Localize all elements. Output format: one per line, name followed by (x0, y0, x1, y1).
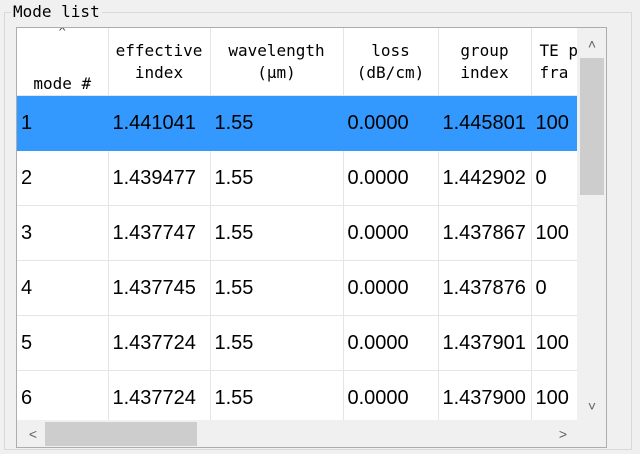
header-row: ^ mode # effective index wavelength (μm)… (17, 28, 579, 96)
cell-mode-number[interactable]: 1 (17, 95, 109, 151)
cell-loss[interactable]: 0.0000 (343, 95, 439, 151)
column-header-group-index[interactable]: group index (438, 28, 532, 96)
cell-group-index[interactable]: 1.442902 (438, 150, 532, 206)
column-header-loss[interactable]: loss (dB/cm) (343, 28, 439, 96)
cell-effective-index[interactable]: 1.437724 (108, 370, 211, 420)
cell-wavelength[interactable]: 1.55 (210, 205, 344, 261)
cell-wavelength[interactable]: 1.55 (210, 95, 344, 151)
column-header-label: mode # (33, 73, 92, 93)
cell-effective-index[interactable]: 1.437747 (108, 205, 211, 261)
table-viewport: ^ mode # effective index wavelength (μm)… (17, 28, 579, 420)
cell-group-index[interactable]: 1.437901 (438, 315, 532, 371)
column-header-te-fraction[interactable]: TE p fra (531, 28, 579, 96)
cell-group-index[interactable]: 1.437900 (438, 370, 532, 420)
horizontal-scroll-thumb[interactable] (45, 422, 197, 446)
mode-table-grid: ^ mode # effective index wavelength (μm)… (17, 28, 579, 420)
table-row[interactable]: 2 1.439477 1.55 0.0000 1.442902 0 (17, 150, 579, 206)
cell-mode-number[interactable]: 4 (17, 260, 109, 316)
cell-effective-index[interactable]: 1.441041 (108, 95, 211, 151)
column-header-effective-index[interactable]: effective index (108, 28, 211, 96)
cell-te-fraction[interactable]: 100 (531, 205, 579, 261)
scrollbar-corner (578, 420, 606, 447)
mode-table: ^ mode # effective index wavelength (μm)… (16, 27, 607, 448)
column-header-mode-number[interactable]: ^ mode # (17, 28, 109, 96)
cell-effective-index[interactable]: 1.437745 (108, 260, 211, 316)
table-row[interactable]: 6 1.437724 1.55 0.0000 1.437900 100 (17, 370, 579, 420)
cell-te-fraction[interactable]: 100 (531, 370, 579, 420)
cell-loss[interactable]: 0.0000 (343, 150, 439, 206)
cell-loss[interactable]: 0.0000 (343, 315, 439, 371)
cell-group-index[interactable]: 1.437876 (438, 260, 532, 316)
cell-loss[interactable]: 0.0000 (343, 370, 439, 420)
vertical-scrollbar[interactable]: ˄ ˅ (577, 28, 606, 420)
cell-mode-number[interactable]: 2 (17, 150, 109, 206)
scroll-down-icon[interactable]: ˅ (578, 396, 606, 416)
scroll-right-icon[interactable]: > (553, 424, 573, 444)
table-row[interactable]: 5 1.437724 1.55 0.0000 1.437901 100 (17, 315, 579, 371)
cell-group-index[interactable]: 1.437867 (438, 205, 532, 261)
table-body: 1 1.441041 1.55 0.0000 1.445801 100 2 1.439477 1… (17, 95, 579, 420)
column-header-wavelength[interactable]: wavelength (μm) (210, 28, 344, 96)
cell-group-index[interactable]: 1.445801 (438, 95, 532, 151)
scroll-left-icon[interactable]: < (23, 424, 43, 444)
horizontal-scrollbar[interactable]: < > (17, 420, 579, 447)
cell-effective-index[interactable]: 1.439477 (108, 150, 211, 206)
cell-loss[interactable]: 0.0000 (343, 205, 439, 261)
cell-mode-number[interactable]: 6 (17, 370, 109, 420)
cell-mode-number[interactable]: 5 (17, 315, 109, 371)
vertical-scroll-thumb[interactable] (580, 58, 604, 195)
cell-te-fraction[interactable]: 0 (531, 260, 579, 316)
cell-loss[interactable]: 0.0000 (343, 260, 439, 316)
scroll-up-icon[interactable]: ˄ (578, 34, 606, 54)
cell-wavelength[interactable]: 1.55 (210, 260, 344, 316)
cell-te-fraction[interactable]: 0 (531, 150, 579, 206)
cell-te-fraction[interactable]: 100 (531, 95, 579, 151)
table-row[interactable]: 3 1.437747 1.55 0.0000 1.437867 100 (17, 205, 579, 261)
sort-indicator-icon: ^ (58, 28, 66, 39)
cell-wavelength[interactable]: 1.55 (210, 315, 344, 371)
group-title: Mode list (11, 2, 102, 21)
cell-mode-number[interactable]: 3 (17, 205, 109, 261)
cell-te-fraction[interactable]: 100 (531, 315, 579, 371)
cell-wavelength[interactable]: 1.55 (210, 370, 344, 420)
cell-effective-index[interactable]: 1.437724 (108, 315, 211, 371)
cell-wavelength[interactable]: 1.55 (210, 150, 344, 206)
table-row[interactable]: 1 1.441041 1.55 0.0000 1.445801 100 (17, 95, 579, 151)
table-row[interactable]: 4 1.437745 1.55 0.0000 1.437876 0 (17, 260, 579, 316)
